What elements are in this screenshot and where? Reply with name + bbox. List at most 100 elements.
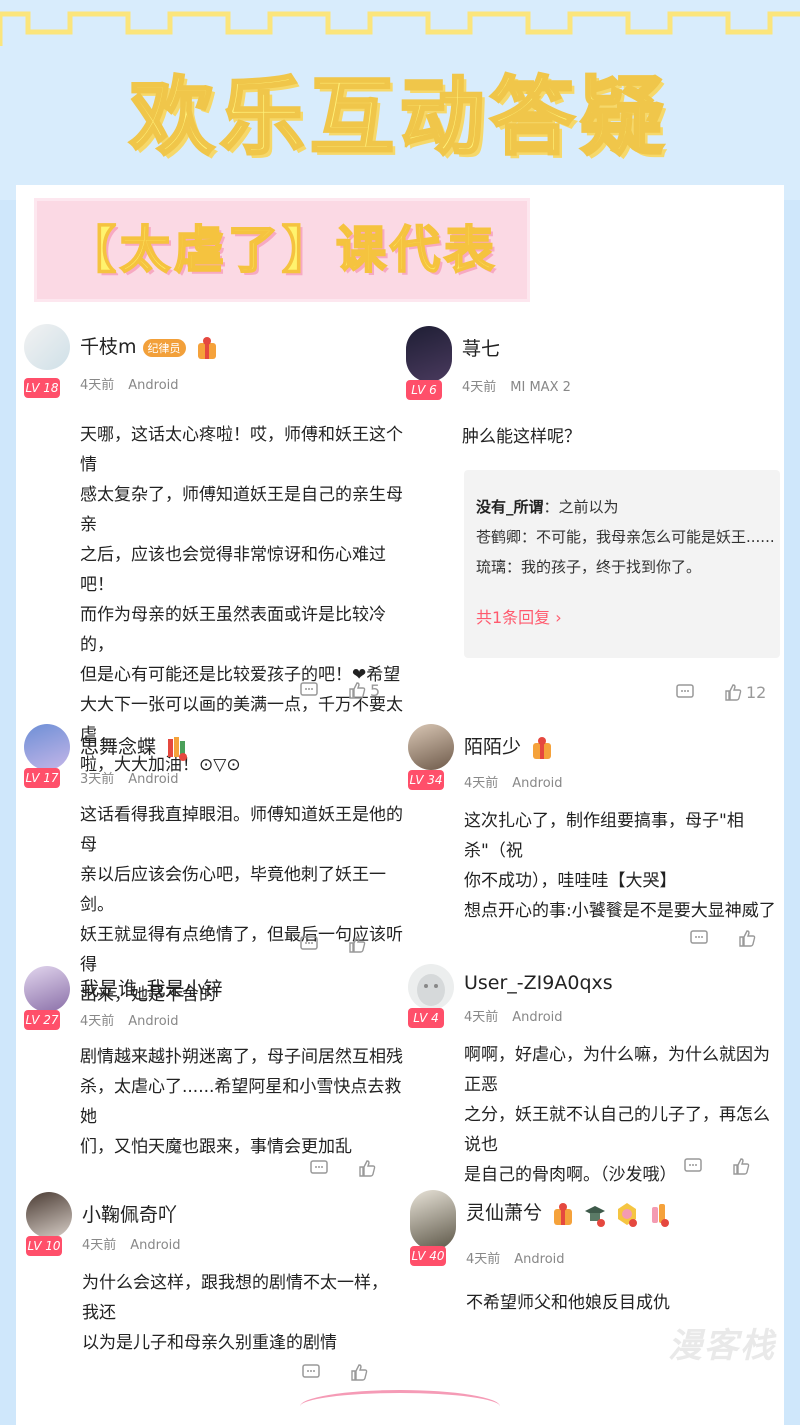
view-replies-link[interactable]: 共1条回复 ›: [476, 604, 562, 628]
comment-line: 以为是儿子和母亲久别重逢的剧情: [82, 1333, 337, 1353]
comment-actions: 12: [676, 680, 766, 704]
bottom-decoration: [300, 1390, 500, 1423]
banner-title: 【太虐了】课代表: [65, 220, 498, 280]
comment-actions: [684, 1154, 750, 1178]
username-text[interactable]: 千枝m: [80, 336, 137, 358]
level-badge: LV 6: [406, 380, 442, 400]
comment-text: 剧情越来越扑朔迷离了，母子间居然互相残 杀，太虐心了......希望阿星和小雪快…: [80, 1042, 404, 1162]
username-text[interactable]: 思舞念蝶: [80, 736, 156, 758]
comment-text: 肿么能这样呢？: [462, 422, 581, 452]
avatar[interactable]: [408, 724, 454, 770]
comment-line: 啊啊，好虐心，为什么嘛，为什么就因为正恶: [464, 1045, 770, 1095]
comment-meta: 4天前 Android: [80, 374, 193, 393]
comment-line: 肿么能这样呢？: [462, 427, 581, 447]
gift-medal-icon: [197, 336, 216, 359]
comment-icon[interactable]: [300, 935, 318, 953]
comment-meta: 4天前 MI MAX 2: [462, 376, 585, 395]
thumbs-up-icon: [725, 684, 742, 701]
comment-text: 不希望师父和他娘反目成仇: [466, 1288, 670, 1318]
like-button[interactable]: 12: [724, 683, 766, 702]
comment-item: LV 27 我是谁_我是小锌 4天前 Android 剧情越来越扑朔迷离了，母子间…: [24, 966, 404, 1186]
comment-actions: [310, 1156, 376, 1180]
comment-icon[interactable]: [310, 1159, 328, 1177]
comment-actions: [690, 926, 756, 950]
books-medal-icon: [168, 736, 188, 761]
bottle-medal-icon: [652, 1203, 670, 1227]
thumbs-up-icon[interactable]: [348, 935, 366, 953]
comment-line: 想点开心的事:小饕餮是不是要大显神威了: [464, 901, 776, 921]
comment-device: Android: [128, 378, 179, 393]
level-badge: LV 27: [24, 1010, 60, 1030]
avatar[interactable]: [24, 966, 70, 1012]
level-badge: LV 4: [408, 1008, 444, 1028]
thumbs-up-icon[interactable]: [738, 929, 756, 947]
comment-time: 4天前: [462, 380, 497, 395]
watermark-logo: 漫客栈: [668, 1326, 776, 1366]
penguin-avatar-icon: [417, 974, 445, 1006]
reply-preview[interactable]: 没有_所谓：之前以为 苍鹤卿：不可能，我母亲怎么可能是妖王...... 琉璃：我…: [464, 470, 780, 658]
comment-line: 亲以后应该会伤心吧，毕竟他刺了妖王一剑。: [80, 865, 386, 915]
thumbs-up-icon[interactable]: [350, 1363, 368, 1381]
comment-device: MI MAX 2: [510, 380, 571, 395]
comment-line: 不希望师父和他娘反目成仇: [466, 1293, 670, 1313]
username-text[interactable]: 陌陌少: [464, 736, 521, 758]
reply-line: 苍鹤卿：不可能，我母亲怎么可能是妖王......: [476, 528, 775, 546]
username[interactable]: 灵仙萧兮: [466, 1198, 670, 1227]
reply-author[interactable]: 没有_所谓: [476, 498, 544, 516]
comment-icon[interactable]: [684, 1157, 702, 1175]
username[interactable]: 陌陌少: [464, 732, 553, 761]
thumbs-up-icon[interactable]: [732, 1157, 750, 1175]
gift-medal-icon: [533, 736, 552, 759]
comment-line: 之后，应该也会觉得非常惊讶和伤心难过吧！: [80, 545, 386, 595]
comment-meta: 4天前 Android: [466, 1248, 579, 1267]
star-badge-medal-icon: [618, 1202, 638, 1227]
comment-item: LV 4 User_-ZI9A0qxs 4天前 Android 啊啊，好虐心，为什…: [408, 964, 784, 1185]
comment-device: Android: [512, 1010, 563, 1025]
level-badge: LV 40: [410, 1246, 446, 1266]
comment-icon[interactable]: [676, 683, 694, 701]
avatar[interactable]: [24, 724, 70, 770]
reply-text: 之前以为: [558, 498, 619, 516]
username[interactable]: 荨七: [462, 334, 500, 361]
comment-icon[interactable]: [302, 1363, 320, 1381]
graduation-cap-medal-icon: [585, 1205, 606, 1227]
avatar[interactable]: [408, 964, 454, 1010]
comment-line: 而作为母亲的妖王虽然表面或许是比较冷的，: [80, 605, 386, 655]
thumbs-up-icon: [349, 682, 366, 699]
avatar[interactable]: [410, 1190, 456, 1250]
castle-battlement-decoration: [0, 11, 800, 46]
level-badge: LV 10: [26, 1236, 62, 1256]
level-badge: LV 17: [24, 768, 60, 788]
reply-separator: ：: [543, 498, 559, 516]
comment-line: 为什么会这样，跟我想的剧情不太一样，我还: [82, 1273, 388, 1323]
comment-line: 天哪，这话太心疼啦！哎，师傅和妖王这个情: [80, 425, 403, 475]
comment-icon[interactable]: [300, 681, 318, 699]
comment-line: 之分，妖王就不认自己的儿子了，再怎么说也: [464, 1105, 770, 1155]
comment-text: 这次扎心了，制作组要搞事，母子"相杀"（祝 你不成功），哇哇哇【大哭】 想点开心…: [464, 806, 784, 926]
comment-text: 为什么会这样，跟我想的剧情不太一样，我还 以为是儿子和母亲久别重逢的剧情: [82, 1268, 404, 1358]
avatar[interactable]: [24, 324, 70, 370]
comment-item: LV 10 小鞠佩奇吖 4天前 Android 为什么会这样，跟我想的剧情不太一样…: [26, 1192, 404, 1392]
avatar[interactable]: [26, 1192, 72, 1238]
reply-line: 没有_所谓：之前以为: [476, 496, 619, 517]
comment-icon[interactable]: [690, 929, 708, 947]
thumbs-up-icon[interactable]: [358, 1159, 376, 1177]
username[interactable]: 思舞念蝶: [80, 732, 188, 761]
like-button[interactable]: 5: [348, 681, 380, 700]
comment-line: 你不成功），哇哇哇【大哭】: [464, 871, 677, 891]
comment-actions: [302, 1360, 368, 1384]
username[interactable]: 千枝m 纪律员: [80, 332, 218, 361]
username[interactable]: User_-ZI9A0qxs: [464, 972, 613, 994]
username-text[interactable]: 灵仙萧兮: [466, 1202, 542, 1224]
role-badge: 纪律员: [142, 338, 186, 357]
comment-meta: 4天前 Android: [464, 772, 577, 791]
username[interactable]: 小鞠佩奇吖: [82, 1200, 177, 1227]
comment-time: 4天前: [80, 378, 115, 393]
like-count: 5: [370, 680, 381, 700]
avatar[interactable]: [406, 326, 452, 382]
comment-meta: 3天前 Android: [80, 768, 193, 787]
username[interactable]: 我是谁_我是小锌: [80, 974, 223, 1001]
comment-device: Android: [130, 1238, 181, 1253]
comment-time: 4天前: [464, 776, 499, 791]
comment-line: 杀，太虐心了......希望阿星和小雪快点去救她: [80, 1077, 402, 1127]
